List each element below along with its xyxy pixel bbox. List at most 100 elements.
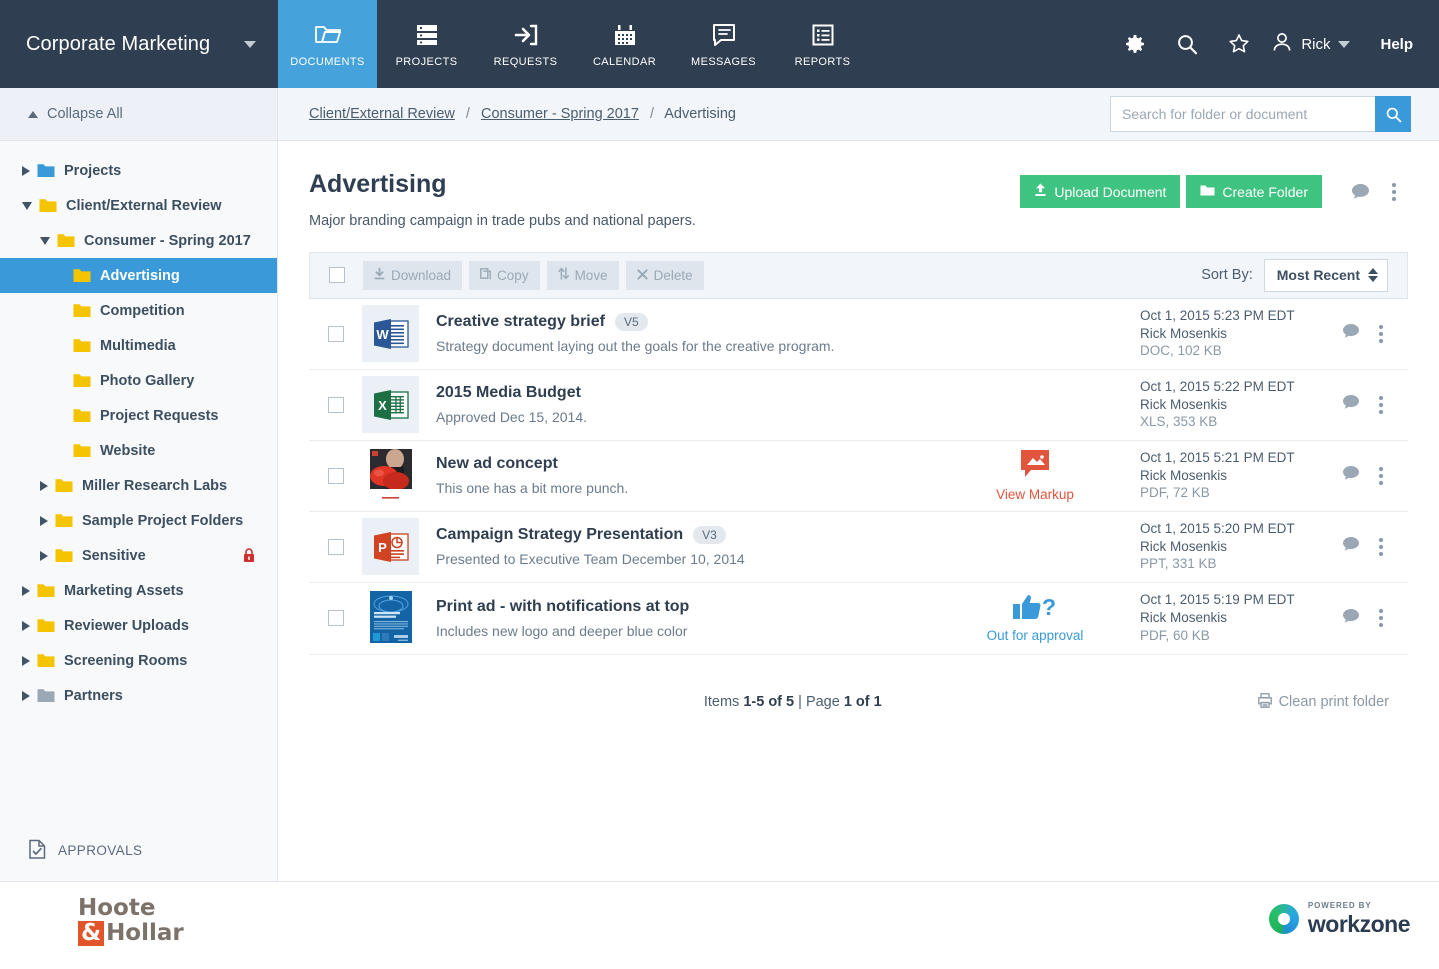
search-button[interactable] <box>1375 96 1411 132</box>
sidebar-item-approvals[interactable]: APPROVALS <box>0 829 277 872</box>
comment-bubble-icon[interactable] <box>1342 536 1360 557</box>
sidebar-item-marketing-assets[interactable]: Marketing Assets <box>0 573 277 608</box>
sidebar-item-project-requests[interactable]: Project Requests <box>0 398 277 433</box>
kebab-menu-icon[interactable] <box>1380 179 1408 205</box>
breadcrumb-item-1[interactable]: Consumer - Spring 2017 <box>481 106 639 122</box>
magnifier-icon[interactable] <box>1161 32 1213 56</box>
comment-bubble-icon[interactable] <box>1346 183 1374 200</box>
copy-button[interactable]: Copy <box>469 261 540 290</box>
sidebar-item-photo-gallery[interactable]: Photo Gallery <box>0 363 277 398</box>
document-row[interactable]: PCampaign Strategy PresentationV3Present… <box>309 512 1408 583</box>
help-link[interactable]: Help <box>1380 36 1413 53</box>
delete-button[interactable]: Delete <box>626 261 704 290</box>
comment-bubble-icon[interactable] <box>1342 465 1360 486</box>
kebab-menu-icon[interactable] <box>1373 392 1389 418</box>
document-row[interactable]: New ad conceptThis one has a bit more pu… <box>309 441 1408 512</box>
tab-projects[interactable]: PROJECTS <box>377 0 476 88</box>
move-button[interactable]: Move <box>547 261 619 290</box>
tab-documents[interactable]: DOCUMENTS <box>278 0 377 88</box>
comment-bubble-icon[interactable] <box>1342 608 1360 629</box>
document-author: Rick Mosenkis <box>1140 467 1342 485</box>
markup-image-icon[interactable] <box>1017 449 1053 484</box>
create-folder-button[interactable]: Create Folder <box>1186 175 1322 208</box>
document-status-label[interactable]: Out for approval <box>987 628 1084 643</box>
document-thumbnail[interactable]: W <box>362 305 419 362</box>
download-button[interactable]: Download <box>363 261 462 290</box>
select-all-checkbox[interactable] <box>329 267 345 283</box>
row-checkbox[interactable] <box>328 468 344 484</box>
sort-by-select[interactable]: Most Recent <box>1264 259 1388 292</box>
kebab-menu-icon[interactable] <box>1373 534 1389 560</box>
sort-control: Sort By: Most Recent <box>1201 259 1388 292</box>
sidebar-item-miller-research-labs[interactable]: Miller Research Labs <box>0 468 277 503</box>
twisty-collapsed-icon[interactable] <box>22 656 30 666</box>
comment-bubble-icon[interactable] <box>1342 394 1360 415</box>
twisty-expanded-icon[interactable] <box>22 202 32 210</box>
kebab-menu-icon[interactable] <box>1373 463 1389 489</box>
document-row[interactable]: X2015 Media BudgetApproved Dec 15, 2014.… <box>309 370 1408 441</box>
tab-messages[interactable]: MESSAGES <box>674 0 773 88</box>
document-thumbnail[interactable] <box>362 447 419 504</box>
sidebar-item-advertising[interactable]: Advertising <box>0 258 277 293</box>
upload-document-button[interactable]: Upload Document <box>1020 175 1180 208</box>
document-title[interactable]: 2015 Media Budget <box>436 384 581 402</box>
document-row[interactable]: Print ad - with notifications at topIncl… <box>309 583 1408 654</box>
kebab-menu-icon[interactable] <box>1373 605 1389 631</box>
document-status[interactable]: View Markup <box>940 449 1130 502</box>
twisty-collapsed-icon[interactable] <box>22 621 30 631</box>
sidebar-item-partners[interactable]: Partners <box>0 678 277 713</box>
sidebar-item-sensitive[interactable]: Sensitive <box>0 538 277 573</box>
sidebar-item-screening-rooms[interactable]: Screening Rooms <box>0 643 277 678</box>
document-thumbnail[interactable]: X <box>362 376 419 433</box>
star-icon[interactable] <box>1213 32 1265 56</box>
tab-reports[interactable]: REPORTS <box>773 0 872 88</box>
twisty-collapsed-icon[interactable] <box>40 516 48 526</box>
sidebar-item-consumer-spring-2017[interactable]: Consumer - Spring 2017 <box>0 223 277 258</box>
document-title[interactable]: Creative strategy brief <box>436 313 605 331</box>
twisty-collapsed-icon[interactable] <box>22 586 30 596</box>
twisty-collapsed-icon[interactable] <box>40 481 48 491</box>
twisty-collapsed-icon[interactable] <box>22 166 30 176</box>
row-checkbox[interactable] <box>328 539 344 555</box>
version-badge: V3 <box>693 526 726 544</box>
person-icon <box>1271 31 1293 58</box>
document-status[interactable]: ? Out for approval <box>940 593 1130 643</box>
document-thumbnail[interactable]: P <box>362 518 419 575</box>
document-title[interactable]: Campaign Strategy Presentation <box>436 526 683 544</box>
row-checkbox[interactable] <box>328 326 344 342</box>
powered-by-label: POWERED BY <box>1308 902 1410 910</box>
twisty-expanded-icon[interactable] <box>40 237 50 245</box>
tab-requests[interactable]: REQUESTS <box>476 0 575 88</box>
row-checkbox[interactable] <box>328 397 344 413</box>
kebab-menu-icon[interactable] <box>1373 321 1389 347</box>
comment-bubble-icon[interactable] <box>1342 323 1360 344</box>
lock-icon <box>243 548 255 563</box>
sidebar-item-client-external-review[interactable]: Client/External Review <box>0 188 277 223</box>
sidebar-item-website[interactable]: Website <box>0 433 277 468</box>
breadcrumb-item-0[interactable]: Client/External Review <box>309 106 455 122</box>
row-checkbox[interactable] <box>328 610 344 626</box>
folder-icon <box>73 408 91 423</box>
user-menu[interactable]: Rick <box>1271 31 1350 58</box>
sidebar-item-sample-project-folders[interactable]: Sample Project Folders <box>0 503 277 538</box>
document-title[interactable]: Print ad - with notifications at top <box>436 598 689 616</box>
document-row[interactable]: WCreative strategy briefV5Strategy docum… <box>309 299 1408 370</box>
gear-icon[interactable] <box>1109 32 1161 56</box>
folder-icon <box>37 618 55 633</box>
tab-calendar[interactable]: CALENDAR <box>575 0 674 88</box>
search-input[interactable] <box>1110 96 1375 132</box>
workspace-switcher[interactable]: Corporate Marketing <box>0 0 278 88</box>
sidebar-item-reviewer-uploads[interactable]: Reviewer Uploads <box>0 608 277 643</box>
twisty-collapsed-icon[interactable] <box>40 551 48 561</box>
sidebar-item-multimedia[interactable]: Multimedia <box>0 328 277 363</box>
sidebar-item-competition[interactable]: Competition <box>0 293 277 328</box>
breadcrumb: Client/External Review / Consumer - Spri… <box>309 106 736 122</box>
document-status-label[interactable]: View Markup <box>996 487 1074 502</box>
twisty-collapsed-icon[interactable] <box>22 691 30 701</box>
clean-print-folder-button[interactable]: Clean print folder <box>1258 693 1389 712</box>
document-title[interactable]: New ad concept <box>436 455 558 473</box>
collapse-all-button[interactable]: Collapse All <box>0 88 277 141</box>
thumbs-up-question-icon[interactable]: ? <box>1012 593 1058 626</box>
sidebar-item-projects[interactable]: Projects <box>0 153 277 188</box>
document-thumbnail[interactable] <box>362 590 419 647</box>
